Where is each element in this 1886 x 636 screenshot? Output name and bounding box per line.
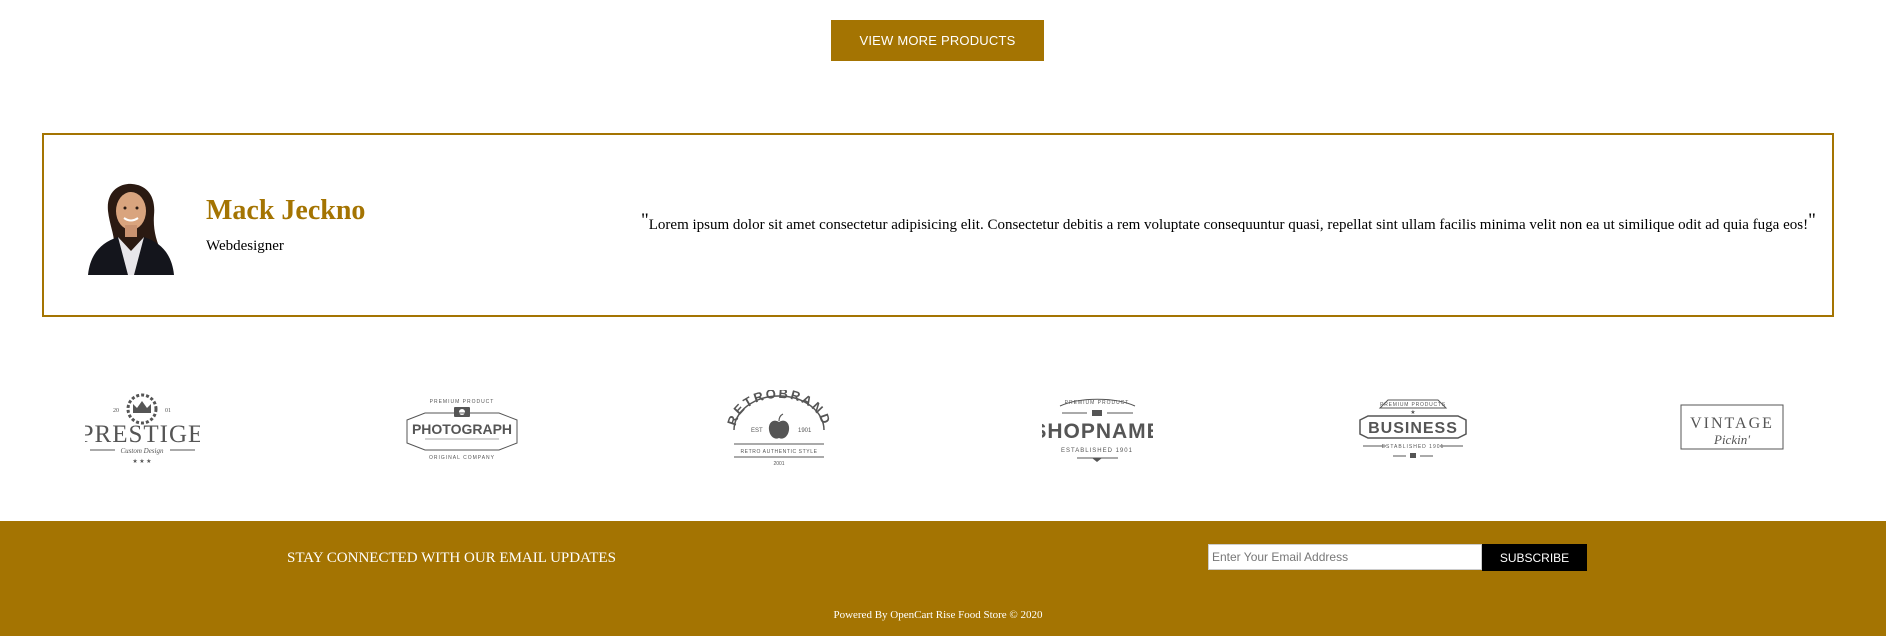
apple-icon	[768, 413, 790, 439]
email-field[interactable]	[1208, 544, 1482, 570]
brand-logo-retrobrand[interactable]: RETROBRAND EST 1901 RETRO AUTHENTIC STYL…	[724, 380, 834, 480]
quote-open-mark: "	[641, 210, 649, 231]
brand-name: PRESTIGE	[85, 421, 200, 448]
brand-top: PREMIUM PRODUCTS	[1380, 402, 1446, 408]
brand-tagline: ESTABLISHED 1901	[1061, 448, 1133, 454]
svg-text:2001: 2001	[773, 461, 784, 467]
subscribe-button[interactable]: SUBSCRIBE	[1482, 544, 1587, 571]
quote-text: Lorem ipsum dolor sit amet consectetur a…	[648, 217, 1809, 233]
brand-top: PREMIUM PRODUCT	[430, 399, 495, 405]
brand-top: PREMIUM PRODUCT	[1065, 400, 1130, 406]
svg-text:RETROBRAND: RETROBRAND	[724, 390, 834, 427]
footer: STAY CONNECTED WITH OUR EMAIL UPDATES SU…	[0, 521, 1886, 636]
testimonial-name: Mack Jeckno	[206, 195, 366, 226]
avatar	[80, 181, 180, 275]
crown-icon	[133, 401, 151, 413]
brand-logos-row: 20 01 PRESTIGE Custom Design ★ ★ ★ PREMI…	[0, 380, 1886, 480]
brand-tagline: RETRO AUTHENTIC STYLE	[740, 449, 817, 455]
view-more-products-button[interactable]: VIEW MORE PRODUCTS	[831, 20, 1044, 61]
brand-name: PHOTOGRAPH	[412, 421, 512, 437]
star-icon: ★	[1410, 409, 1415, 416]
brand-name: RETROBRAND	[724, 390, 832, 427]
svg-text:★ ★ ★: ★ ★ ★	[132, 458, 151, 465]
powered-by-text: Powered By OpenCart Rise Food Store © 20…	[833, 609, 1043, 621]
quote-close-mark: "	[1808, 210, 1816, 231]
brand-logo-photograph[interactable]: PREMIUM PRODUCT PHOTOGRAPH ORIGINAL COMP…	[405, 380, 519, 480]
brand-tagline: Pickin'	[1713, 432, 1750, 447]
brand-tagline: ORIGINAL COMPANY	[429, 455, 495, 461]
brand-logo-vintage[interactable]: VINTAGE Pickin'	[1680, 380, 1784, 480]
brand-tagline: Custom Design	[121, 447, 164, 455]
svg-text:01: 01	[165, 408, 171, 414]
testimonial-quote: "Lorem ipsum dolor sit amet consectetur …	[641, 210, 1821, 235]
brand-tagline: ESTABLISHED 1901	[1382, 444, 1445, 450]
newsletter-heading: STAY CONNECTED WITH OUR EMAIL UPDATES	[287, 550, 616, 566]
brand-name: SHOPNAME	[1042, 420, 1153, 443]
brand-logo-prestige[interactable]: 20 01 PRESTIGE Custom Design ★ ★ ★	[85, 380, 200, 480]
star-icon	[1092, 410, 1102, 416]
brand-logo-business[interactable]: PREMIUM PRODUCTS ★ BUSINESS ESTABLISHED …	[1358, 380, 1468, 480]
testimonial-card: Mack Jeckno Webdesigner "Lorem ipsum dol…	[42, 133, 1834, 317]
brand-name: BUSINESS	[1368, 420, 1458, 437]
svg-text:EST: EST	[751, 428, 763, 434]
svg-text:1901: 1901	[798, 428, 812, 434]
brand-name: VINTAGE	[1690, 415, 1774, 432]
svg-text:20: 20	[113, 408, 119, 414]
testimonial-role: Webdesigner	[206, 238, 284, 254]
camera-icon	[454, 407, 470, 417]
brand-logo-shopname[interactable]: PREMIUM PRODUCT SHOPNAME ESTABLISHED 190…	[1042, 380, 1153, 480]
